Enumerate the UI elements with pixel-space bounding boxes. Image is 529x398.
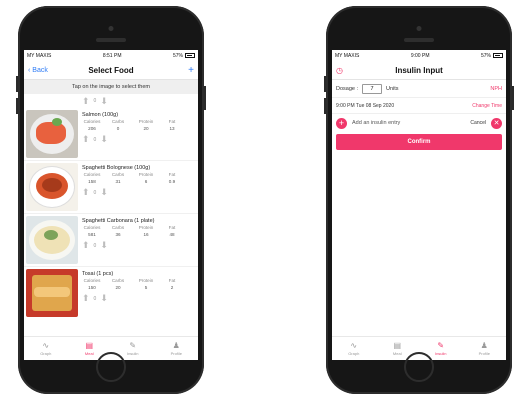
food-name: Salmon (100g) bbox=[82, 112, 119, 118]
carrier-label: MY MAXIS bbox=[27, 53, 52, 59]
camera-dot bbox=[108, 26, 114, 31]
cancel-label: Cancel bbox=[470, 120, 486, 126]
tab-graph[interactable]: ∿ Graph bbox=[24, 337, 68, 360]
add-entry-button[interactable]: + bbox=[336, 117, 347, 129]
meal-icon: ▤ bbox=[85, 340, 94, 350]
tab-profile[interactable]: ♟ Profile bbox=[155, 337, 199, 360]
list-item: Spaghetti Carbonara (1 plate) Calories C… bbox=[24, 214, 198, 267]
arrow-up-icon[interactable]: ⬆ bbox=[82, 241, 90, 250]
syringe-icon: ✎ bbox=[129, 340, 137, 350]
phone-frame-right: MY MAXIS 9:00 PM 57% ◷ Insulin Input Dos… bbox=[324, 6, 514, 394]
insulin-type-select[interactable]: NPH bbox=[490, 86, 502, 92]
food-name: Spaghetti Bolognese (100g) bbox=[82, 165, 151, 171]
status-time: 8:51 PM bbox=[102, 53, 122, 59]
list-item: Spaghetti Bolognese (100g) Calories Carb… bbox=[24, 161, 198, 214]
battery-icon bbox=[185, 53, 195, 59]
nutrition-grid: Calories Carbs Protein Fat 150 20 5 2 bbox=[83, 278, 176, 290]
status-bar: MY MAXIS 9:00 PM 57% bbox=[332, 50, 506, 62]
meal-icon: ▤ bbox=[393, 340, 402, 350]
nutrition-grid: Calories Carbs Protein Fat 581 36 16 48 bbox=[83, 225, 176, 237]
home-button bbox=[404, 352, 434, 382]
volume-button bbox=[324, 76, 326, 92]
quantity-stepper: ⬆ 0 ⬇ bbox=[82, 187, 108, 197]
arrow-down-icon[interactable]: ⬇ bbox=[100, 96, 108, 106]
page-title: Insulin Input bbox=[395, 66, 443, 75]
status-bar: MY MAXIS 8:51 PM 57% bbox=[24, 50, 198, 62]
food-image-salmon[interactable] bbox=[26, 110, 78, 158]
food-name: Tosai (1 pcs) bbox=[82, 271, 114, 277]
arrow-up-icon[interactable]: ⬆ bbox=[82, 135, 90, 144]
profile-icon: ♟ bbox=[480, 340, 488, 350]
battery-icon bbox=[493, 53, 503, 59]
arrow-down-icon[interactable]: ⬇ bbox=[100, 241, 108, 250]
power-button bbox=[512, 86, 514, 110]
food-name: Spaghetti Carbonara (1 plate) bbox=[82, 218, 155, 224]
list-item: Salmon (100g) Calories Carbs Protein Fat… bbox=[24, 108, 198, 161]
volume-button bbox=[324, 98, 326, 114]
volume-button bbox=[16, 98, 18, 114]
tab-graph[interactable]: ∿ Graph bbox=[332, 337, 376, 360]
back-button[interactable]: ‹ Back bbox=[28, 67, 48, 74]
home-button bbox=[96, 352, 126, 382]
carrier-label: MY MAXIS bbox=[335, 53, 360, 59]
food-image-tosai[interactable] bbox=[26, 269, 78, 317]
dosage-label: Dosage : bbox=[336, 85, 359, 92]
nav-bar: ‹ Back Select Food + bbox=[24, 62, 198, 80]
nutrition-grid: Calories Carbs Protein Fat 206 0 20 13 bbox=[83, 119, 176, 131]
battery-indicator: 57% bbox=[173, 53, 195, 59]
tap-hint: Tap on the image to select them bbox=[24, 80, 198, 94]
add-food-button[interactable]: + bbox=[188, 65, 194, 76]
change-time-link[interactable]: Change Time bbox=[472, 103, 502, 109]
quantity-stepper: ⬆ 0 ⬇ bbox=[82, 293, 108, 303]
battery-indicator: 57% bbox=[481, 53, 503, 59]
confirm-button[interactable]: Confirm bbox=[336, 134, 502, 150]
entry-datetime: 9:00 PM Tue 08 Sep 2020 bbox=[336, 102, 395, 109]
food-image-bolognese[interactable] bbox=[26, 163, 78, 211]
arrow-down-icon[interactable]: ⬇ bbox=[100, 188, 108, 197]
dosage-input[interactable]: 7 bbox=[362, 83, 383, 94]
dosage-row: Dosage : 7 Units NPH bbox=[332, 80, 506, 98]
syringe-icon: ✎ bbox=[437, 340, 445, 350]
status-time: 9:00 PM bbox=[410, 53, 430, 59]
select-food-screen: MY MAXIS 8:51 PM 57% ‹ Back Select Food … bbox=[24, 50, 198, 360]
add-entry-label: Add an insulin entry bbox=[352, 120, 401, 126]
quantity-stepper: ⬆ 0 ⬇ bbox=[24, 94, 198, 108]
quantity-stepper: ⬆ 0 ⬇ bbox=[82, 240, 108, 250]
phone-frame-left: MY MAXIS 8:51 PM 57% ‹ Back Select Food … bbox=[16, 6, 206, 394]
clock-icon[interactable]: ◷ bbox=[336, 66, 343, 75]
food-image-carbonara[interactable] bbox=[26, 216, 78, 264]
power-button bbox=[204, 86, 206, 110]
arrow-down-icon[interactable]: ⬇ bbox=[100, 135, 108, 144]
quantity-value: 0 bbox=[93, 98, 97, 104]
arrow-up-icon[interactable]: ⬆ bbox=[82, 294, 90, 303]
arrow-down-icon[interactable]: ⬇ bbox=[100, 294, 108, 303]
add-entry-row: + Add an insulin entry Cancel ✕ bbox=[332, 114, 506, 132]
earpiece bbox=[404, 38, 434, 42]
tab-profile[interactable]: ♟ Profile bbox=[463, 337, 507, 360]
cancel-button[interactable]: ✕ bbox=[491, 117, 502, 129]
page-title: Select Food bbox=[88, 66, 134, 75]
earpiece bbox=[96, 38, 126, 42]
time-row: 9:00 PM Tue 08 Sep 2020 Change Time bbox=[332, 98, 506, 114]
graph-icon: ∿ bbox=[350, 340, 358, 350]
insulin-input-screen: MY MAXIS 9:00 PM 57% ◷ Insulin Input Dos… bbox=[332, 50, 506, 360]
profile-icon: ♟ bbox=[172, 340, 180, 350]
volume-button bbox=[16, 76, 18, 92]
nav-bar: ◷ Insulin Input bbox=[332, 62, 506, 80]
arrow-up-icon[interactable]: ⬆ bbox=[82, 188, 90, 197]
camera-dot bbox=[416, 26, 422, 31]
graph-icon: ∿ bbox=[42, 340, 50, 350]
arrow-up-icon[interactable]: ⬆ bbox=[82, 96, 90, 106]
nutrition-grid: Calories Carbs Protein Fat 158 31 6 0.9 bbox=[83, 172, 176, 184]
list-item: Tosai (1 pcs) Calories Carbs Protein Fat… bbox=[24, 267, 198, 318]
food-list[interactable]: ⬆ 0 ⬇ Salmon (100g) Calories Carbs Prote… bbox=[24, 94, 198, 318]
quantity-stepper: ⬆ 0 ⬇ bbox=[82, 134, 108, 144]
units-label: Units bbox=[386, 85, 399, 92]
